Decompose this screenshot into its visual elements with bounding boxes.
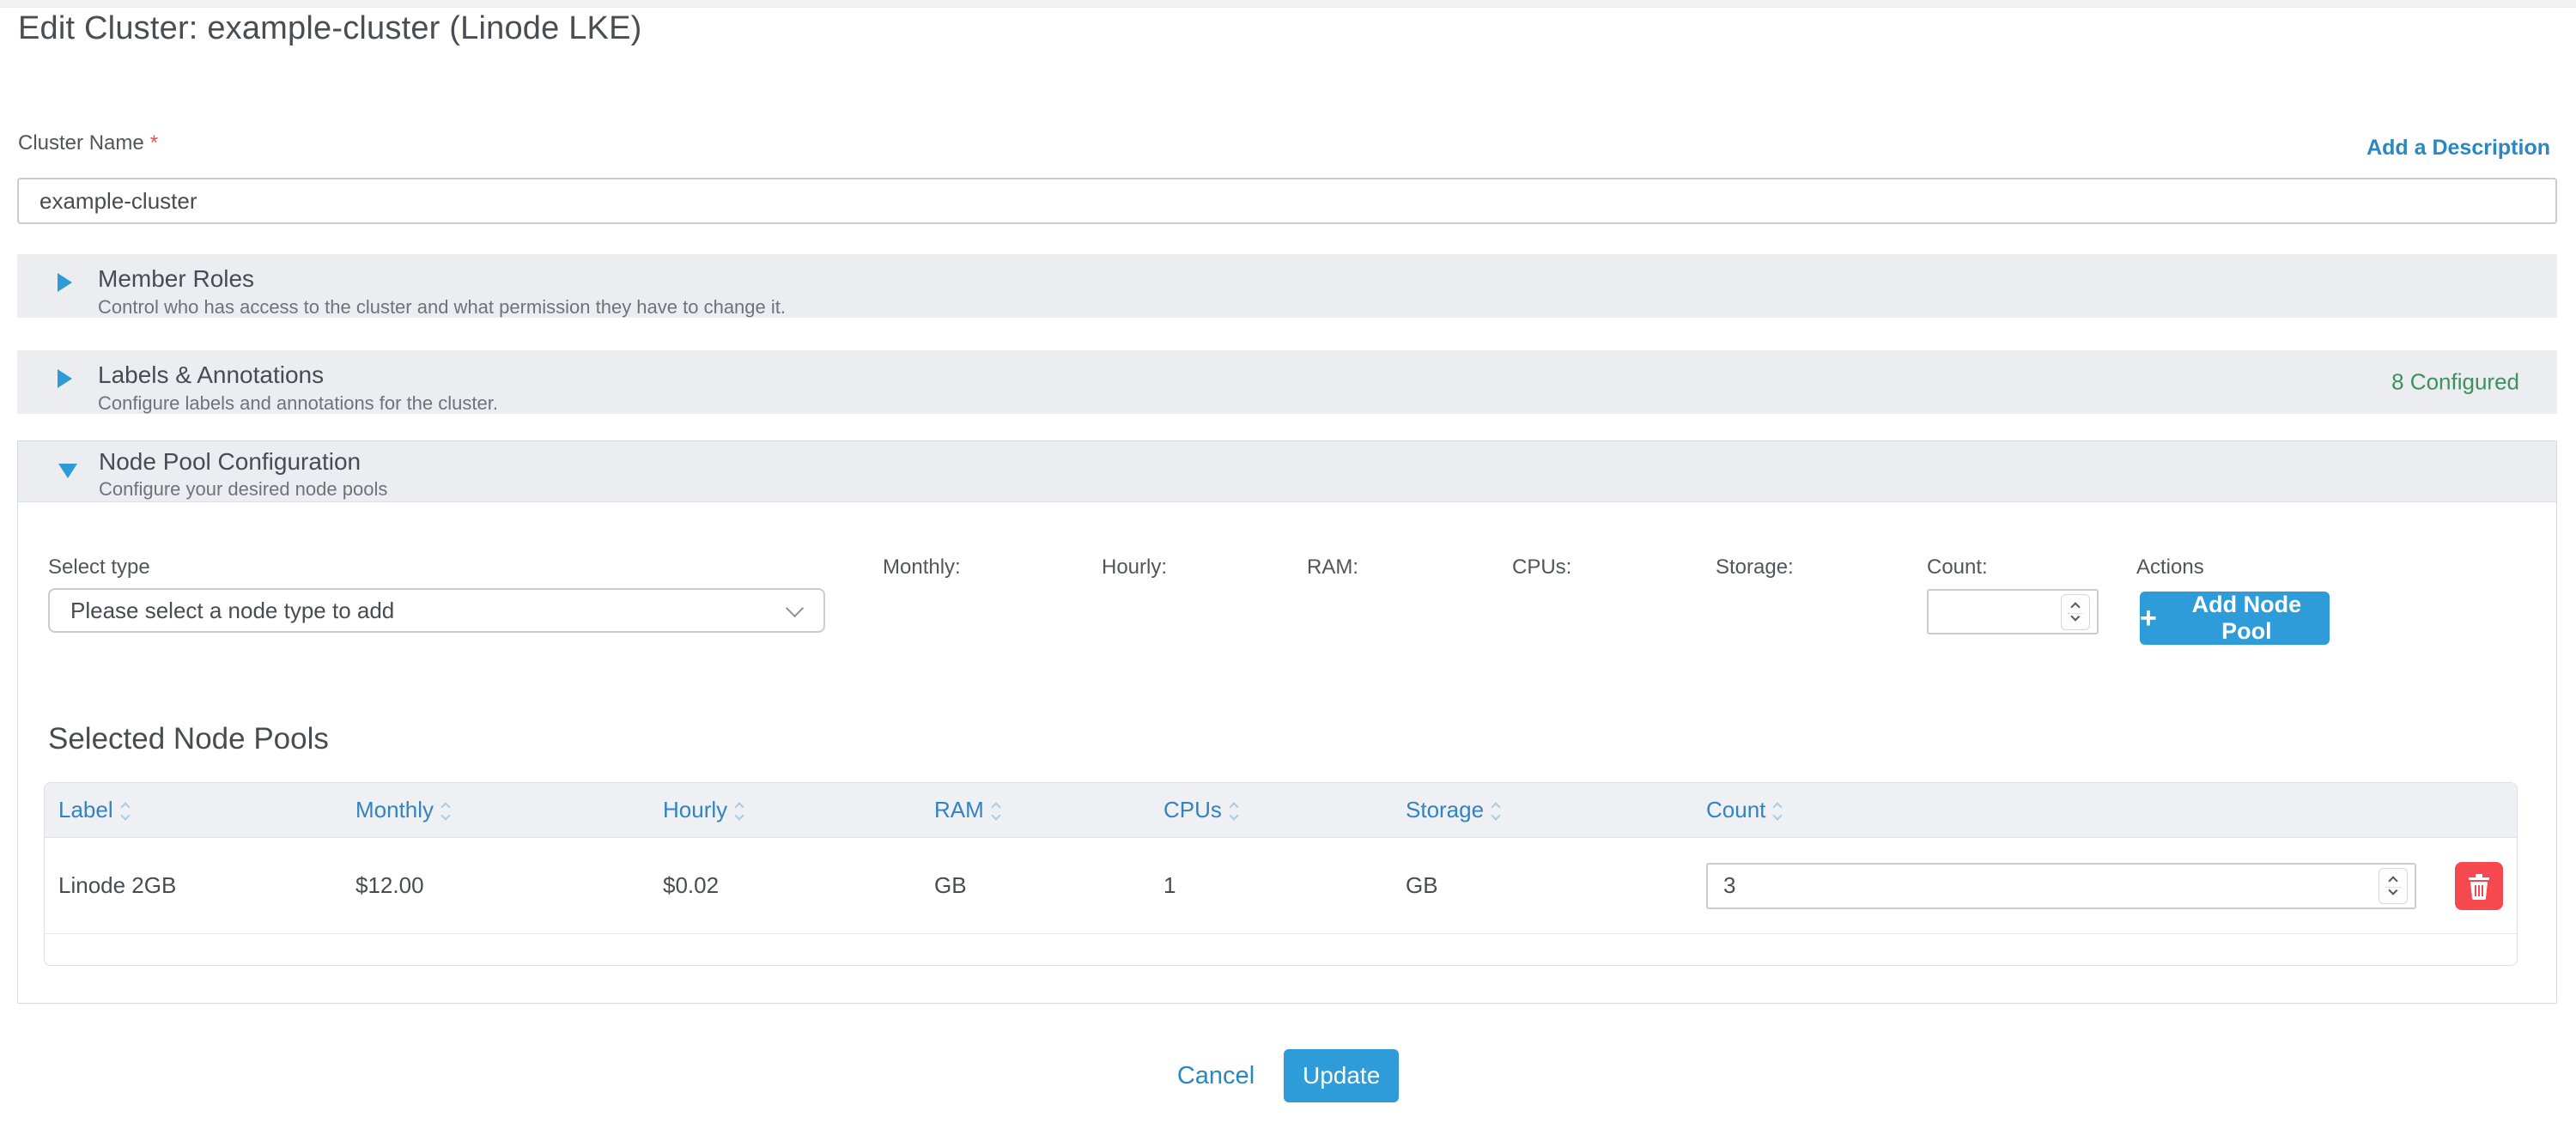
column-header-monthly[interactable]: Monthly <box>342 783 649 838</box>
delete-node-pool-button[interactable] <box>2455 862 2503 910</box>
cell-monthly: $12.00 <box>342 838 649 934</box>
spinner-up-icon <box>2388 876 2397 885</box>
section-title: Labels & Annotations <box>98 361 2557 390</box>
sort-icon <box>1492 804 1499 819</box>
section-subtitle: Configure your desired node pools <box>99 477 2556 501</box>
cell-storage: GB <box>1392 838 1692 934</box>
add-node-pool-button[interactable]: + Add Node Pool <box>2140 592 2330 645</box>
table-footer-row <box>45 934 2517 965</box>
row-count-input-wrap <box>1706 863 2416 909</box>
row-count-input[interactable] <box>1706 863 2416 909</box>
table-header-row: Label Monthly Hourly RAM CPUs Storage Co… <box>45 783 2517 838</box>
column-header-cpus[interactable]: CPUs <box>1150 783 1392 838</box>
selected-node-pools-table: Label Monthly Hourly RAM CPUs Storage Co… <box>44 782 2518 966</box>
storage-label: Storage: <box>1716 555 1794 580</box>
column-header-label[interactable]: Label <box>45 783 342 838</box>
page-title: Edit Cluster: example-cluster (Linode LK… <box>18 10 642 47</box>
chevron-down-icon <box>786 599 804 617</box>
configured-count-badge: 8 Configured <box>2391 369 2519 396</box>
sort-icon <box>122 804 129 819</box>
monthly-label: Monthly: <box>883 555 961 580</box>
column-header-storage[interactable]: Storage <box>1392 783 1692 838</box>
cluster-name-input[interactable] <box>17 178 2557 224</box>
plus-icon: + <box>2140 604 2157 633</box>
column-header-actions <box>2419 783 2517 838</box>
spinner-up-icon <box>2070 602 2080 611</box>
trash-icon <box>2467 872 2491 900</box>
actions-label: Actions <box>2136 555 2204 580</box>
node-pool-section-header[interactable]: Node Pool Configuration Configure your d… <box>18 441 2556 502</box>
section-subtitle: Control who has access to the cluster an… <box>98 295 2557 319</box>
number-spinner[interactable] <box>2061 594 2090 630</box>
add-description-link[interactable]: Add a Description <box>2366 136 2550 161</box>
section-title: Member Roles <box>98 264 2557 294</box>
count-input-wrap <box>1927 589 2099 634</box>
section-node-pool-configuration: Node Pool Configuration Configure your d… <box>17 440 2557 1004</box>
page-top-strip <box>0 0 2576 8</box>
cancel-button[interactable]: Cancel <box>1177 1062 1255 1090</box>
sort-icon <box>1230 804 1237 819</box>
section-labels-annotations[interactable]: Labels & Annotations Configure labels an… <box>17 350 2557 414</box>
cell-actions <box>2419 838 2517 934</box>
expand-arrow-icon <box>58 273 72 292</box>
select-type-label: Select type <box>48 555 150 580</box>
required-asterisk: * <box>150 131 158 155</box>
expand-arrow-icon <box>58 369 72 388</box>
section-member-roles[interactable]: Member Roles Control who has access to t… <box>17 254 2557 318</box>
ram-label: RAM: <box>1307 555 1358 580</box>
cpus-label: CPUs: <box>1512 555 1571 580</box>
cell-ram: GB <box>920 838 1150 934</box>
form-footer: Cancel Update <box>0 1046 2576 1106</box>
collapse-arrow-icon <box>58 464 77 478</box>
hourly-label: Hourly: <box>1102 555 1167 580</box>
cell-label: Linode 2GB <box>45 838 342 934</box>
sort-icon <box>442 804 449 819</box>
node-pool-row: Linode 2GB $12.00 $0.02 GB 1 GB <box>45 838 2517 934</box>
node-type-select-placeholder: Please select a node type to add <box>70 598 394 624</box>
cell-hourly: $0.02 <box>649 838 920 934</box>
selected-node-pools-heading: Selected Node Pools <box>48 722 329 756</box>
count-label: Count: <box>1927 555 1988 580</box>
section-subtitle: Configure labels and annotations for the… <box>98 392 2557 416</box>
number-spinner[interactable] <box>2379 868 2408 904</box>
sort-icon <box>1774 804 1781 819</box>
sort-icon <box>736 804 743 819</box>
node-pool-section-body: Select type Monthly: Hourly: RAM: CPUs: … <box>18 502 2556 1003</box>
cluster-name-label: Cluster Name* <box>18 131 158 155</box>
column-header-count[interactable]: Count <box>1692 783 2419 838</box>
column-header-ram[interactable]: RAM <box>920 783 1150 838</box>
cell-count <box>1692 838 2419 934</box>
node-type-select[interactable]: Please select a node type to add <box>48 588 825 633</box>
section-title: Node Pool Configuration <box>99 448 2556 476</box>
sort-icon <box>993 804 999 819</box>
update-button[interactable]: Update <box>1284 1049 1399 1102</box>
column-header-hourly[interactable]: Hourly <box>649 783 920 838</box>
cell-cpus: 1 <box>1150 838 1392 934</box>
